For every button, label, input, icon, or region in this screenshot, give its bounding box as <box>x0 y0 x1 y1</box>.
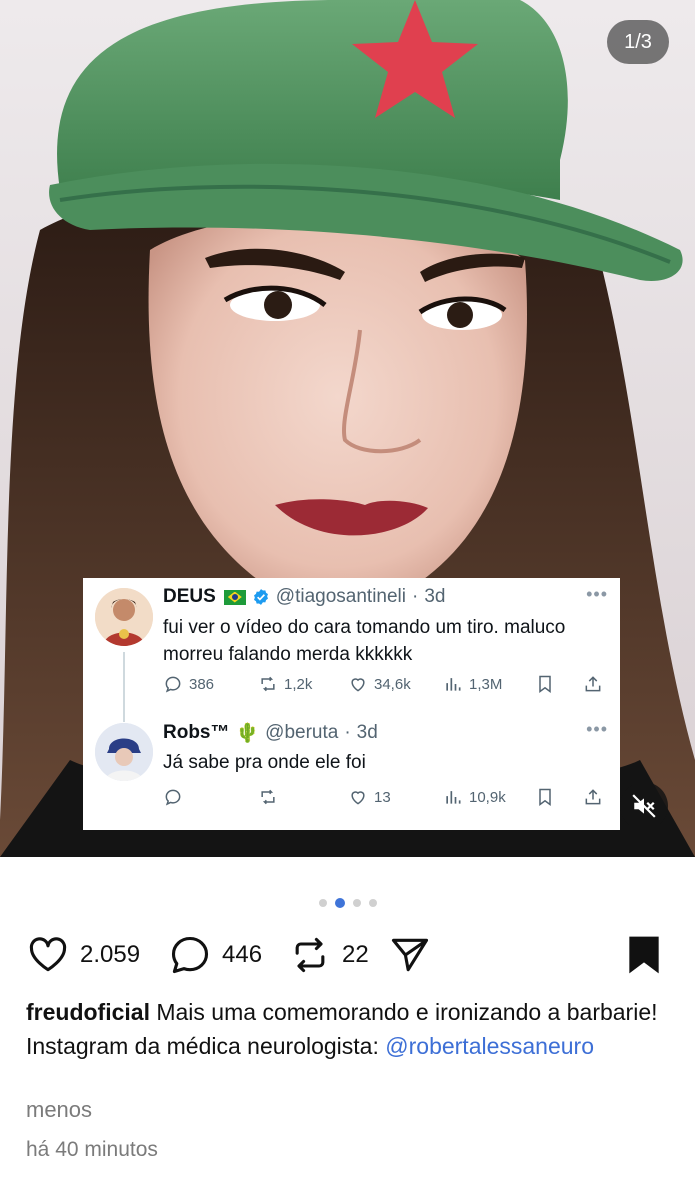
tweet-1-name: DEUS <box>163 586 216 607</box>
tweet-2-name: Robs™ <box>163 722 230 743</box>
tweet-1-reply-count: 386 <box>189 675 215 693</box>
tweet-2-share <box>583 785 603 809</box>
tweet-1-view-count: 1,3M <box>469 675 503 693</box>
repost-icon <box>295 937 325 973</box>
caption-text-1: Mais uma comemorando e ironizando a barb… <box>149 999 658 1025</box>
post-caption: freudoficial Mais uma comemorando e iron… <box>26 995 671 1063</box>
more-icon: ••• <box>586 719 608 739</box>
carousel-indicator <box>0 897 695 909</box>
tweet-2-bookmark <box>535 785 555 809</box>
retweet-icon <box>261 789 275 805</box>
tweet-screenshot: DEUS @tiagosantineli · 3d ••• fui ver o … <box>83 578 620 830</box>
tweet-1-replies: 386 <box>163 672 214 696</box>
heart-icon <box>29 937 67 972</box>
retweet-icon <box>261 676 275 692</box>
tweet-2-time: 3d <box>356 722 378 743</box>
tweet-2-separator: · <box>344 722 351 743</box>
reply-icon <box>165 789 181 806</box>
speaker-muted-icon <box>632 794 656 818</box>
tweet-2-text: Já sabe pra onde ele foi <box>163 752 366 773</box>
tweet-1-retweets: 1,2k <box>258 672 312 696</box>
tweet-2-views: 10,9k <box>443 785 506 809</box>
tweet-2-retweets <box>258 785 278 809</box>
caption-text-2: Instagram da médica neurologista: <box>26 1033 386 1059</box>
tweet-1-text: fui ver o vídeo do cara tomando um tiro.… <box>163 617 566 665</box>
like-button[interactable]: 2.059 <box>26 930 140 980</box>
verified-badge-icon <box>253 589 268 605</box>
bookmark-filled-icon <box>629 936 659 974</box>
media-counter: 1/3 <box>607 20 669 64</box>
tweet-1-like-count: 34,6k <box>374 675 411 693</box>
tweet-2-like-count: 13 <box>374 788 391 806</box>
comment-button[interactable]: 446 <box>168 930 262 980</box>
cactus-emoji: 🌵 <box>235 723 260 744</box>
reply-icon <box>165 676 181 693</box>
heart-icon <box>351 678 365 692</box>
tweet-1-separator: · <box>412 586 419 607</box>
repost-button[interactable]: 22 <box>288 930 369 980</box>
tweet-1-avatar <box>95 588 153 646</box>
caption-mention[interactable]: @robertalessaneuro <box>385 1033 594 1059</box>
tweet-2-actions: 13 10,9k <box>163 785 603 809</box>
send-icon <box>391 938 429 972</box>
caption-username[interactable]: freudoficial <box>26 999 150 1025</box>
tweet-1-time: 3d <box>424 586 446 607</box>
views-icon <box>446 791 461 804</box>
brazil-flag-icon <box>223 589 246 605</box>
tweet-1-likes: 34,6k <box>348 672 411 696</box>
post-timestamp: há 40 minutos <box>26 1138 158 1161</box>
bookmark-icon <box>539 675 551 693</box>
tweet-1-handle: @tiagosantineli <box>275 586 406 607</box>
tweet-2-replies <box>163 785 183 809</box>
tweet-2-likes: 13 <box>348 785 391 809</box>
more-icon: ••• <box>586 584 608 604</box>
tweet-2-avatar <box>95 723 153 781</box>
heart-icon <box>351 791 365 805</box>
tweet-1-share <box>583 672 603 696</box>
carousel-dot <box>368 899 377 907</box>
post-action-bar: 2.059 446 22 <box>0 930 695 980</box>
share-icon <box>585 789 601 805</box>
like-count: 2.059 <box>80 941 141 968</box>
comment-icon <box>171 936 209 974</box>
share-icon <box>585 676 601 692</box>
tweet-1-retweet-count: 1,2k <box>284 675 313 693</box>
tweet-1-views: 1,3M <box>443 672 502 696</box>
comment-count: 446 <box>222 941 263 968</box>
tweet-2-handle: @beruta <box>265 722 339 743</box>
tweet-1: DEUS @tiagosantineli · 3d ••• fui ver o … <box>83 578 620 722</box>
less-toggle[interactable]: menos <box>26 1097 92 1123</box>
tweet-1-header: DEUS @tiagosantineli · 3d <box>163 586 445 608</box>
save-button[interactable] <box>622 930 666 980</box>
tweet-2-header: Robs™ 🌵 @beruta · 3d <box>163 721 378 745</box>
share-button[interactable] <box>388 930 432 980</box>
carousel-dot-active <box>334 898 345 908</box>
tweet-1-bookmark <box>535 672 555 696</box>
views-icon <box>446 678 461 691</box>
mute-button[interactable] <box>620 782 668 830</box>
carousel-dot <box>352 899 361 907</box>
repost-count: 22 <box>342 941 369 968</box>
carousel-dot <box>318 899 327 907</box>
tweet-2-view-count: 10,9k <box>469 788 506 806</box>
thread-line <box>123 652 125 722</box>
tweet-1-actions: 386 1,2k 34,6k 1,3M <box>163 672 603 696</box>
post-media[interactable]: 1/3 DEUS @tiagosantineli · 3d ••• fui ve… <box>0 0 695 857</box>
bookmark-icon <box>539 788 551 806</box>
